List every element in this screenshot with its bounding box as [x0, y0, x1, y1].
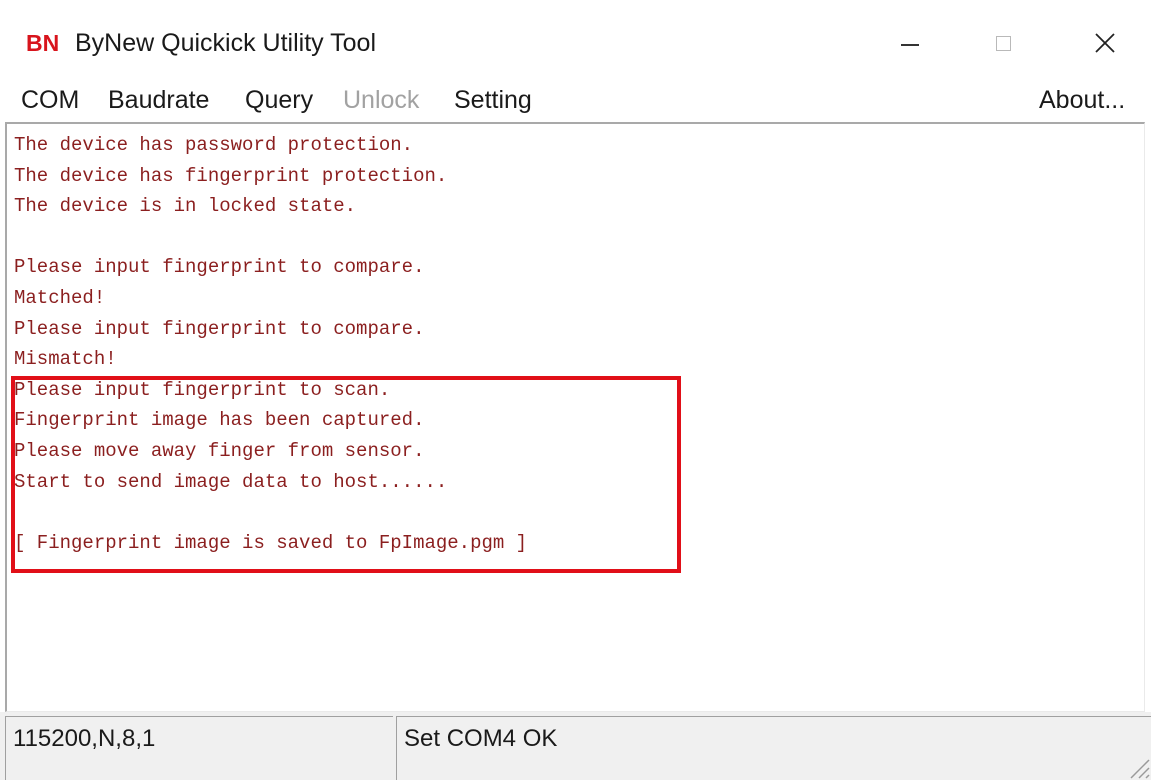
- log-output[interactable]: The device has password protection. The …: [5, 122, 1145, 712]
- log-line: The device has password protection.: [14, 134, 414, 156]
- maximize-icon: [995, 35, 1011, 51]
- app-window: BN ByNew Quickick Utility Tool COM Baudr…: [0, 0, 1151, 780]
- log-line: Please input fingerprint to compare.: [14, 256, 425, 279]
- minimize-icon: [901, 44, 919, 46]
- menu-com[interactable]: COM: [21, 84, 79, 116]
- menu-query[interactable]: Query: [245, 84, 313, 116]
- log-line: Fingerprint image has been captured.: [14, 409, 425, 432]
- resize-grip-icon[interactable]: [1125, 754, 1151, 780]
- log-line: The device has fingerprint protection.: [14, 164, 448, 187]
- close-icon: [1095, 33, 1115, 53]
- log-line: Please input fingerprint to scan.: [14, 378, 391, 401]
- log-line: Matched!: [14, 286, 106, 309]
- log-line: Please move away finger from sensor.: [14, 439, 425, 462]
- log-line: The device is in locked state.: [14, 195, 357, 218]
- menu-bar: COM Baudrate Query Unlock Setting About.…: [0, 78, 1151, 122]
- status-serial-config: 115200,N,8,1: [5, 716, 393, 780]
- log-line: [14, 222, 527, 253]
- menu-about[interactable]: About...: [1039, 84, 1125, 116]
- menu-baudrate[interactable]: Baudrate: [108, 84, 209, 116]
- log-line: Please input fingerprint to compare.: [14, 317, 425, 340]
- title-bar[interactable]: BN ByNew Quickick Utility Tool: [0, 0, 1151, 80]
- maximize-button[interactable]: [968, 18, 1038, 68]
- log-lines: The device has password protection. The …: [14, 130, 527, 558]
- log-line: Mismatch!: [14, 348, 117, 371]
- app-logo: BN: [26, 30, 60, 56]
- log-line: [ Fingerprint image is saved to FpImage.…: [14, 531, 528, 554]
- window-title: ByNew Quickick Utility Tool: [75, 29, 377, 57]
- status-message: Set COM4 OK: [396, 716, 1151, 780]
- minimize-button[interactable]: [875, 18, 945, 68]
- log-line: Start to send image data to host......: [14, 470, 448, 493]
- close-button[interactable]: [1070, 18, 1140, 68]
- menu-unlock[interactable]: Unlock: [343, 84, 419, 116]
- log-line: [14, 497, 527, 528]
- status-bar: 115200,N,8,1 Set COM4 OK: [0, 712, 1151, 780]
- menu-setting[interactable]: Setting: [454, 84, 532, 116]
